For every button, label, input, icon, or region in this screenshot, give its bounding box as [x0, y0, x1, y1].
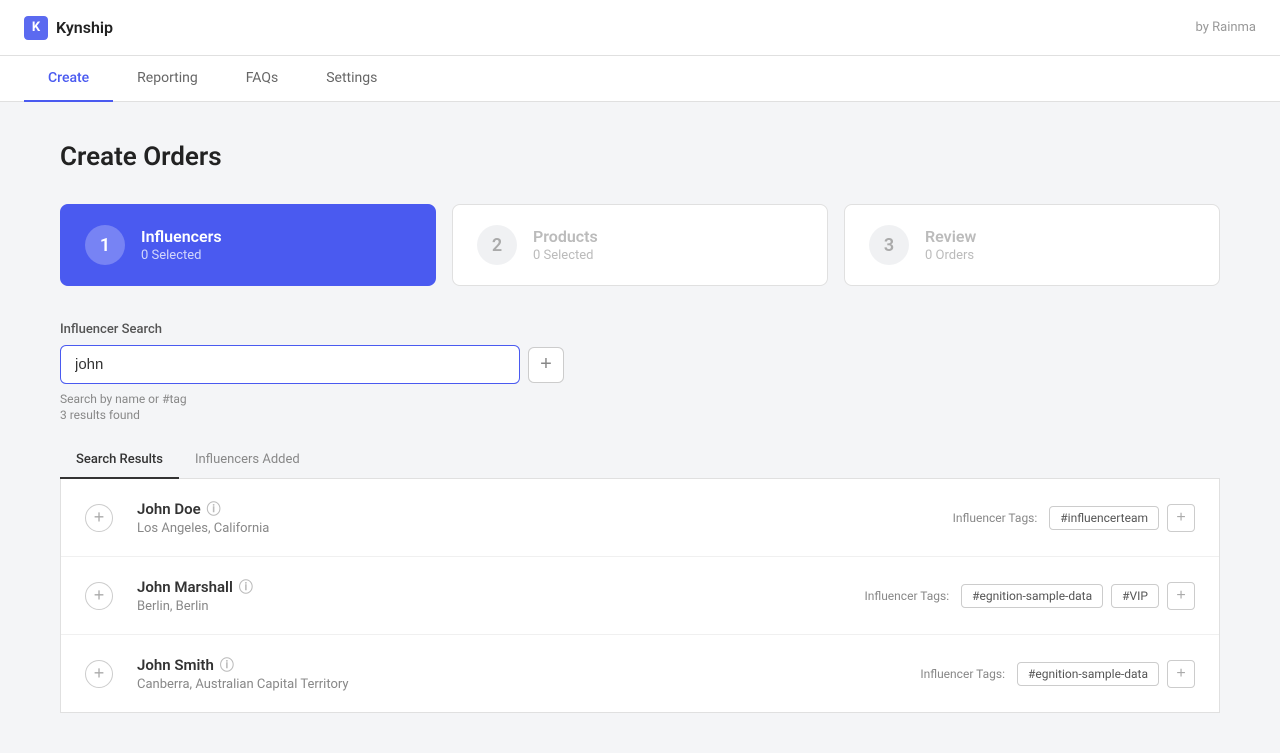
- page-title: Create Orders: [60, 142, 1220, 172]
- info-icon-2[interactable]: ⓘ: [220, 655, 234, 675]
- tag-badge-1-1: #VIP: [1111, 584, 1159, 608]
- step-3-number: 3: [869, 225, 909, 265]
- step-3-label: Review: [925, 227, 976, 246]
- tag-badge-1-0: #egnition-sample-data: [961, 584, 1103, 608]
- step-3-sub: 0 Orders: [925, 248, 976, 263]
- tag-add-button-0[interactable]: +: [1167, 504, 1195, 532]
- table-row: + John Marshall ⓘ Berlin, Berlin Influen…: [61, 557, 1219, 635]
- step-1-number: 1: [85, 225, 125, 265]
- logo-area: K Kynship: [24, 16, 113, 40]
- add-influencer-button-2[interactable]: +: [85, 660, 113, 688]
- tab-faqs[interactable]: FAQs: [222, 56, 303, 102]
- step-2-card[interactable]: 2 Products 0 Selected: [452, 204, 828, 286]
- tab-influencers-added[interactable]: Influencers Added: [179, 442, 316, 479]
- tags-label-2: Influencer Tags:: [920, 667, 1005, 681]
- influencer-location-2: Canberra, Australian Capital Territory: [137, 677, 896, 692]
- info-icon-0[interactable]: ⓘ: [207, 499, 221, 519]
- influencer-name-2: John Smith ⓘ: [137, 655, 896, 675]
- step-2-sub: 0 Selected: [533, 248, 598, 263]
- tags-section-0: Influencer Tags: #influencerteam +: [953, 504, 1195, 532]
- tags-label-1: Influencer Tags:: [864, 589, 949, 603]
- tab-search-results[interactable]: Search Results: [60, 442, 179, 479]
- tags-section-1: Influencer Tags: #egnition-sample-data #…: [864, 582, 1195, 610]
- tag-badge-2-0: #egnition-sample-data: [1017, 662, 1159, 686]
- search-add-button[interactable]: +: [528, 347, 564, 383]
- step-2-info: Products 0 Selected: [533, 227, 598, 263]
- steps-row: 1 Influencers 0 Selected 2 Products 0 Se…: [60, 204, 1220, 286]
- table-row: + John Doe ⓘ Los Angeles, California Inf…: [61, 479, 1219, 557]
- influencer-name-0: John Doe ⓘ: [137, 499, 929, 519]
- table-row: + John Smith ⓘ Canberra, Australian Capi…: [61, 635, 1219, 712]
- step-1-sub: 0 Selected: [141, 248, 222, 263]
- step-2-label: Products: [533, 227, 598, 246]
- step-2-number: 2: [477, 225, 517, 265]
- influencer-list: + John Doe ⓘ Los Angeles, California Inf…: [60, 479, 1220, 713]
- step-3-info: Review 0 Orders: [925, 227, 976, 263]
- tab-create[interactable]: Create: [24, 56, 113, 102]
- search-label: Influencer Search: [60, 322, 1220, 337]
- info-icon-1[interactable]: ⓘ: [239, 577, 253, 597]
- results-tabs: Search Results Influencers Added: [60, 442, 1220, 479]
- app-name: Kynship: [56, 18, 113, 37]
- step-1-card[interactable]: 1 Influencers 0 Selected: [60, 204, 436, 286]
- tag-add-button-1[interactable]: +: [1167, 582, 1195, 610]
- step-1-label: Influencers: [141, 227, 222, 246]
- tab-reporting[interactable]: Reporting: [113, 56, 222, 102]
- search-hint: Search by name or #tag: [60, 392, 1220, 406]
- tags-label-0: Influencer Tags:: [953, 511, 1038, 525]
- tag-badge-0-0: #influencerteam: [1049, 506, 1159, 530]
- search-row: +: [60, 345, 1220, 384]
- logo-icon: K: [24, 16, 48, 40]
- influencer-info-2: John Smith ⓘ Canberra, Australian Capita…: [137, 655, 896, 692]
- nav-tabs: Create Reporting FAQs Settings: [0, 56, 1280, 102]
- add-influencer-button-1[interactable]: +: [85, 582, 113, 610]
- tab-settings[interactable]: Settings: [302, 56, 401, 102]
- add-influencer-button-0[interactable]: +: [85, 504, 113, 532]
- tag-add-button-2[interactable]: +: [1167, 660, 1195, 688]
- by-text: by Rainma: [1196, 20, 1257, 35]
- tags-section-2: Influencer Tags: #egnition-sample-data +: [920, 660, 1195, 688]
- search-input[interactable]: [60, 345, 520, 384]
- step-3-card[interactable]: 3 Review 0 Orders: [844, 204, 1220, 286]
- influencer-info-1: John Marshall ⓘ Berlin, Berlin: [137, 577, 840, 614]
- step-1-info: Influencers 0 Selected: [141, 227, 222, 263]
- search-section: Influencer Search + Search by name or #t…: [60, 322, 1220, 422]
- top-bar: K Kynship by Rainma: [0, 0, 1280, 56]
- influencer-location-0: Los Angeles, California: [137, 521, 929, 536]
- main-content: Create Orders 1 Influencers 0 Selected 2…: [0, 102, 1280, 753]
- influencer-info-0: John Doe ⓘ Los Angeles, California: [137, 499, 929, 536]
- influencer-location-1: Berlin, Berlin: [137, 599, 840, 614]
- influencer-name-1: John Marshall ⓘ: [137, 577, 840, 597]
- results-count: 3 results found: [60, 408, 1220, 422]
